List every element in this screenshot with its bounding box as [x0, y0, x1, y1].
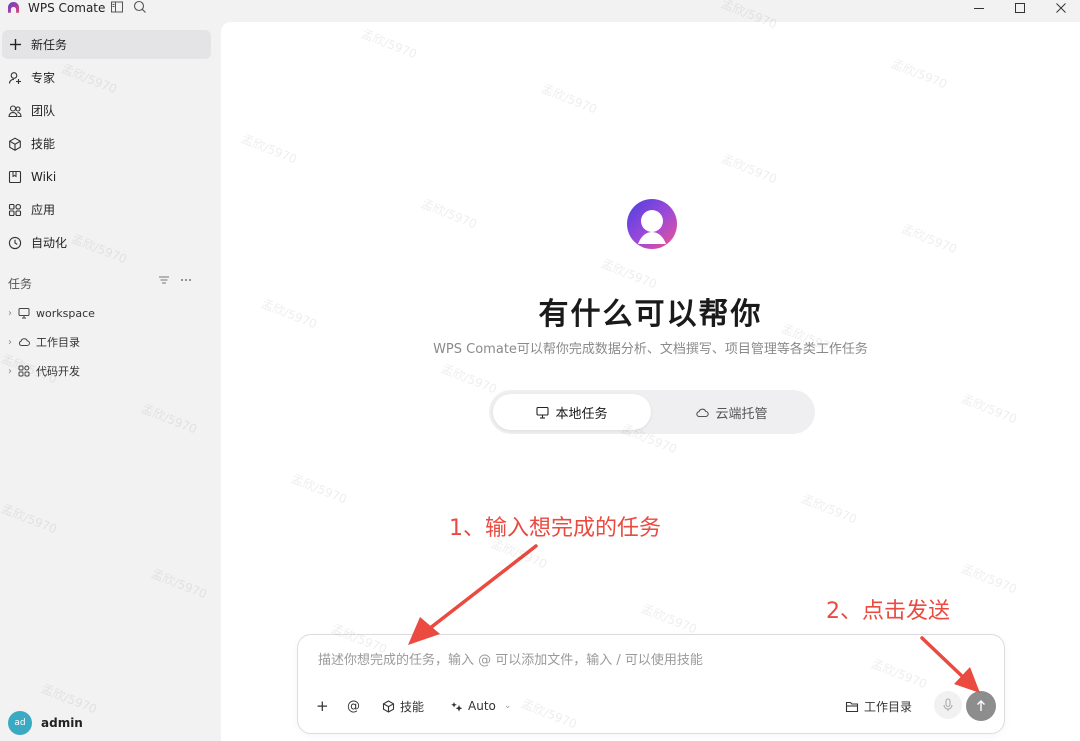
task-input-box: + @ 技能 Auto ⌄ 工作目录 [297, 634, 1005, 734]
arrow-up-icon [977, 700, 985, 711]
plus-icon: + [316, 697, 329, 715]
sidebar: 新任务 专家 团队 技能 Wiki 应用 自动化 任务 › workspace … [0, 22, 218, 741]
send-button[interactable] [966, 691, 996, 721]
tasks-section-title: 任务 [8, 277, 33, 291]
page-subtitle: WPS Comate可以帮你完成数据分析、文档撰写、项目管理等各类工作任务 [433, 342, 868, 357]
apps-icon [18, 364, 32, 378]
sidebar-toggle-icon[interactable] [110, 0, 124, 14]
at-icon: @ [347, 698, 360, 714]
sidebar-item-label: 专家 [31, 71, 56, 85]
microphone-icon [943, 698, 953, 711]
sidebar-item-team[interactable]: 团队 [2, 96, 211, 125]
sidebar-item-label: Wiki [31, 169, 57, 184]
skill-label: 技能 [400, 699, 425, 714]
annotation-step-1: 1、输入想完成的任务 [449, 516, 661, 541]
chevron-right-icon: › [8, 336, 12, 348]
monitor-icon [536, 406, 550, 419]
tab-local-task[interactable]: 本地任务 [493, 394, 651, 430]
cloud-icon [18, 335, 32, 349]
cube-icon [8, 137, 22, 151]
cloud-icon [696, 406, 710, 419]
tree-item-code-dev[interactable]: › 代码开发 [8, 361, 80, 381]
tree-item-workdir[interactable]: › 工作目录 [8, 332, 80, 352]
mic-button[interactable] [934, 691, 962, 719]
plus-icon [8, 38, 22, 52]
workdir-label: 工作目录 [864, 699, 913, 714]
model-select[interactable]: Auto ⌄ [450, 695, 511, 717]
sidebar-item-label: 应用 [31, 203, 56, 217]
chevron-right-icon: › [8, 307, 12, 319]
cube-icon [382, 699, 395, 713]
more-icon[interactable] [180, 274, 192, 286]
app-title: WPS Comate [28, 1, 106, 15]
sidebar-item-wiki[interactable]: Wiki [2, 162, 211, 191]
maximize-button[interactable] [997, 0, 1043, 16]
main-panel: 有什么可以帮你 WPS Comate可以帮你完成数据分析、文档撰写、项目管理等各… [221, 22, 1080, 741]
chevron-right-icon: › [8, 365, 12, 377]
avatar: ad [8, 711, 32, 735]
sparkle-icon [450, 700, 463, 713]
sidebar-item-experts[interactable]: 专家 [2, 63, 211, 92]
annotation-step-2: 2、点击发送 [826, 599, 950, 624]
user-name: admin [41, 716, 83, 730]
tab-label: 本地任务 [555, 406, 608, 422]
folder-icon [845, 700, 859, 713]
clock-icon [8, 236, 22, 250]
user-profile[interactable]: ad admin [8, 711, 83, 735]
add-button[interactable]: + [316, 695, 329, 717]
mention-button[interactable]: @ [347, 695, 360, 717]
apps-icon [8, 203, 22, 217]
task-input[interactable] [316, 647, 980, 673]
sidebar-item-label: 新任务 [31, 38, 68, 52]
skill-button[interactable]: 技能 [382, 695, 424, 717]
sidebar-item-apps[interactable]: 应用 [2, 195, 211, 224]
sidebar-item-label: 技能 [31, 137, 56, 151]
close-button[interactable] [1038, 0, 1080, 16]
tab-cloud-hosting[interactable]: 云端托管 [653, 394, 811, 430]
sidebar-item-label: 团队 [31, 104, 56, 118]
monitor-icon [18, 306, 32, 320]
book-icon [8, 170, 22, 184]
tab-label: 云端托管 [715, 406, 768, 422]
maximize-icon [1015, 3, 1025, 13]
app-logo-icon [7, 1, 20, 13]
chevron-down-icon: ⌄ [503, 701, 512, 711]
workdir-button[interactable]: 工作目录 [845, 695, 912, 717]
tree-item-label: 工作目录 [36, 336, 80, 349]
tree-item-workspace[interactable]: › workspace [8, 303, 95, 323]
tasks-section-tools [158, 274, 192, 286]
sidebar-item-label: 自动化 [31, 236, 68, 250]
sidebar-item-automation[interactable]: 自动化 [2, 228, 211, 257]
mode-switch: 本地任务 云端托管 [489, 390, 815, 434]
minimize-icon [974, 8, 984, 9]
page-title: 有什么可以帮你 [538, 297, 763, 332]
title-bar: WPS Comate [0, 0, 1080, 18]
model-label: Auto [468, 699, 496, 713]
expert-icon [8, 71, 22, 85]
tree-item-label: workspace [36, 306, 95, 320]
filter-icon[interactable] [158, 274, 170, 286]
tree-item-label: 代码开发 [36, 365, 80, 378]
minimize-button[interactable] [956, 0, 1002, 16]
comate-logo-icon [627, 199, 677, 249]
sidebar-item-new-task[interactable]: 新任务 [2, 30, 211, 59]
search-icon[interactable] [133, 0, 147, 14]
close-icon [1056, 3, 1066, 13]
sidebar-item-skills[interactable]: 技能 [2, 129, 211, 158]
team-icon [8, 104, 22, 118]
